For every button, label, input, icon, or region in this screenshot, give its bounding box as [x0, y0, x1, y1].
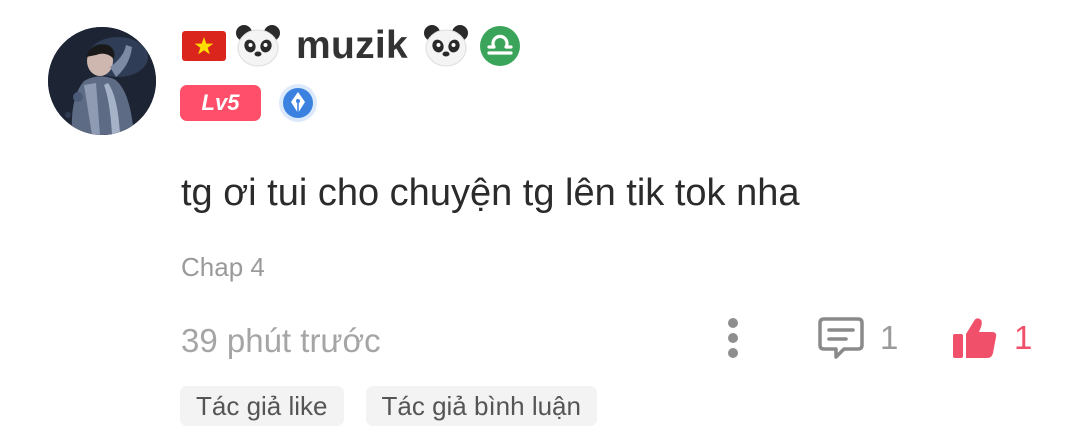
level-badge: Lv5: [180, 85, 261, 121]
thumbs-up-icon: [953, 318, 997, 358]
comment-icon: [818, 317, 864, 359]
username-row: muzik: [180, 20, 524, 72]
panda-icon: [234, 22, 282, 70]
comment-text: tg ơi tui cho chuyện tg lên tik tok nha: [181, 172, 800, 214]
pen-nib-badge-icon: [277, 82, 319, 124]
avatar-image: [48, 27, 156, 135]
more-vertical-icon: [728, 318, 738, 358]
reply-button[interactable]: 1: [816, 313, 898, 363]
more-options-button[interactable]: [715, 316, 751, 360]
author-tags: Tác giả like Tác giả bình luận: [180, 386, 597, 426]
libra-icon: [476, 22, 524, 70]
comment-timestamp: 39 phút trước: [181, 322, 381, 359]
tag-author-commented: Tác giả bình luận: [365, 386, 597, 426]
panda-icon: [422, 22, 470, 70]
vietnam-flag-icon: [180, 22, 228, 70]
tag-author-liked: Tác giả like: [180, 386, 344, 426]
like-count: 1: [1014, 319, 1033, 356]
reply-count: 1: [880, 319, 899, 356]
username[interactable]: muzik: [296, 24, 408, 68]
avatar[interactable]: [48, 27, 156, 135]
badge-row: Lv5: [180, 84, 319, 122]
chapter-link[interactable]: Chap 4: [181, 252, 265, 283]
like-button[interactable]: 1: [950, 313, 1032, 363]
